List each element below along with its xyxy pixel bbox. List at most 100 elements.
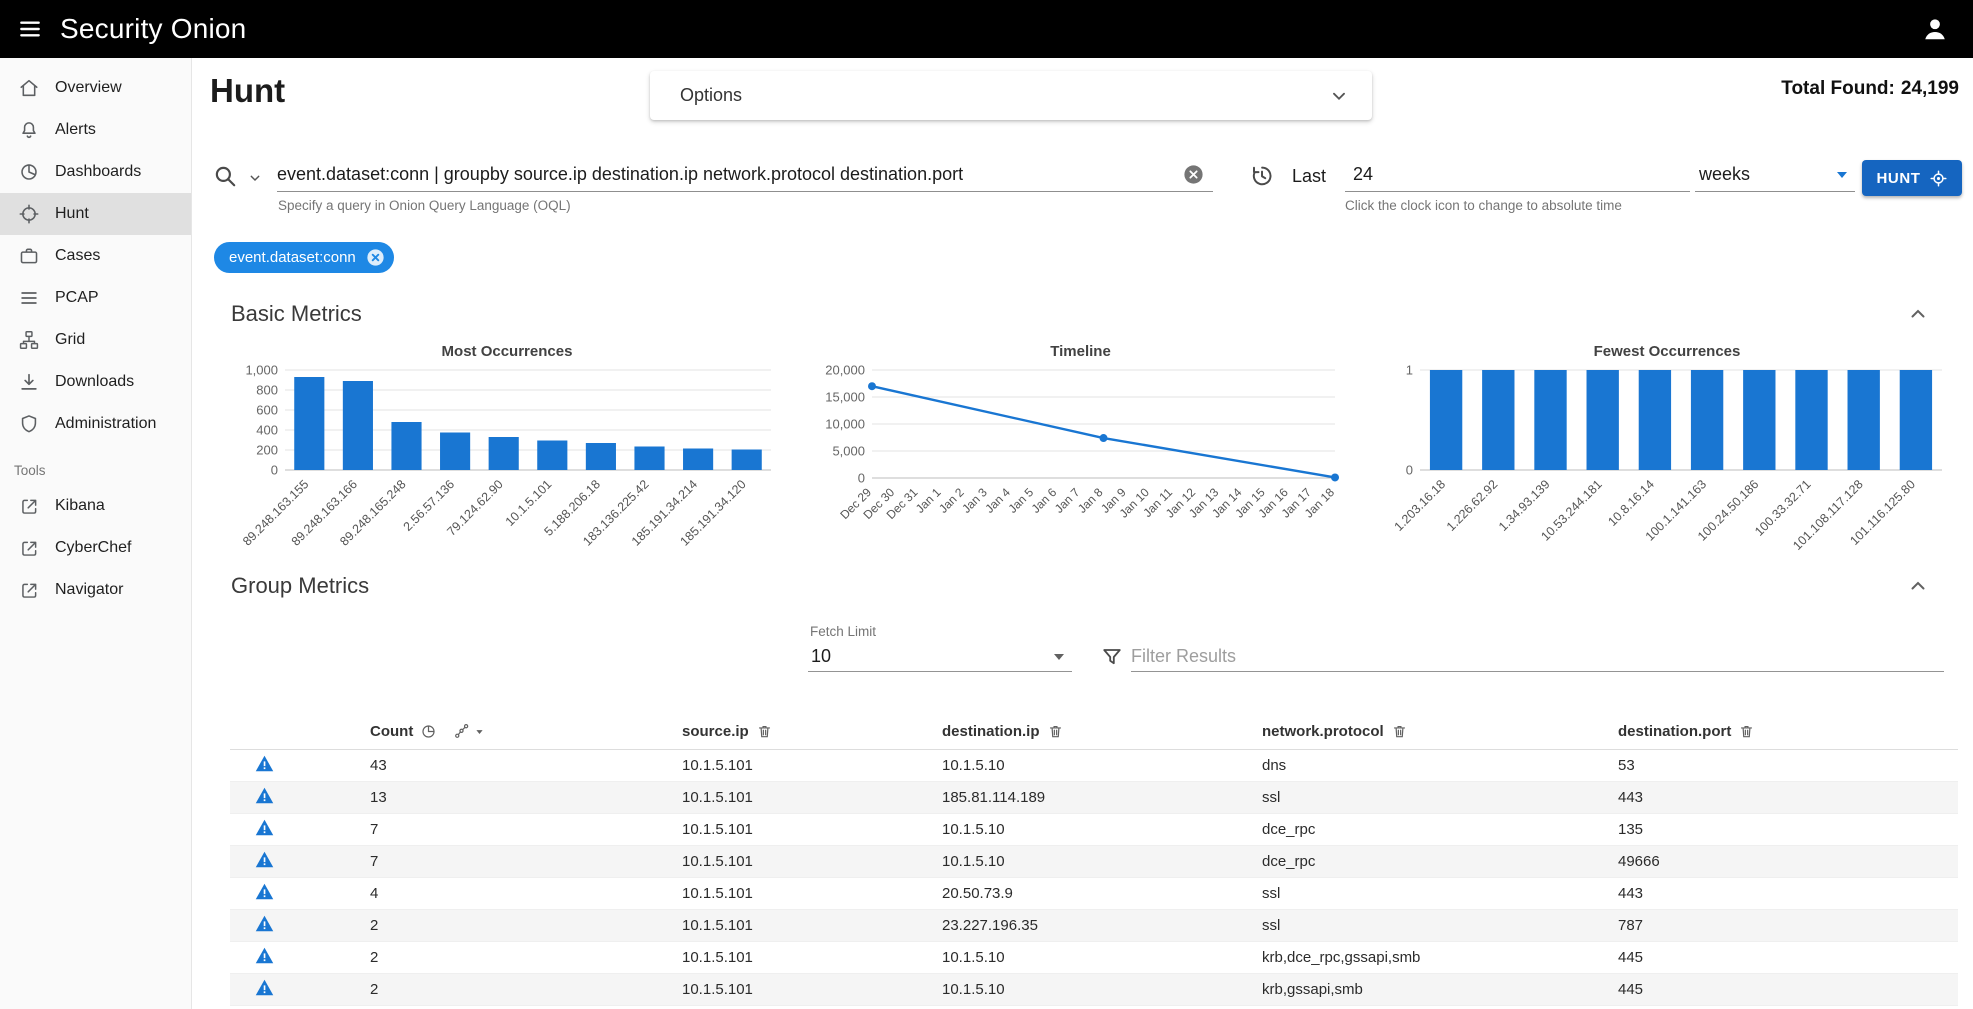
trash-icon[interactable]	[1738, 723, 1755, 740]
cell-destination-port: 445	[1578, 941, 1958, 973]
caret-down-icon[interactable]	[472, 724, 487, 739]
trash-icon[interactable]	[1047, 723, 1064, 740]
table-row[interactable]: 710.1.5.10110.1.5.10dce_rpc135	[230, 813, 1958, 845]
remove-filter-icon[interactable]	[365, 247, 386, 268]
duration-input[interactable]	[1345, 158, 1690, 191]
column-header-count[interactable]: Count	[370, 723, 413, 740]
bar[interactable]	[586, 443, 616, 470]
sidebar-item-dashboards[interactable]: Dashboards	[0, 151, 191, 193]
sidebar-item-pcap[interactable]: PCAP	[0, 277, 191, 319]
sidebar-item-kibana[interactable]: Kibana	[0, 485, 191, 527]
sidebar-item-grid[interactable]: Grid	[0, 319, 191, 361]
bar[interactable]	[1743, 370, 1775, 470]
warning-triangle-icon[interactable]	[254, 881, 275, 902]
data-point[interactable]	[868, 382, 876, 390]
sidebar-item-cyberchef[interactable]: CyberChef	[0, 527, 191, 569]
bar[interactable]	[440, 433, 470, 471]
history-clock-icon[interactable]	[1249, 163, 1274, 188]
bar[interactable]	[1639, 370, 1671, 470]
bar[interactable]	[294, 377, 324, 470]
group-by-icon[interactable]	[453, 723, 470, 740]
filter-chip[interactable]: event.dataset:conn	[214, 242, 394, 273]
cell-source-ip: 10.1.5.101	[642, 813, 902, 845]
bar[interactable]	[1534, 370, 1566, 470]
column-header-network-protocol[interactable]: network.protocol	[1262, 723, 1384, 740]
clear-query-icon[interactable]	[1182, 163, 1205, 186]
table-row[interactable]: 410.1.5.10120.50.73.9ssl443	[230, 877, 1958, 909]
bell-icon	[18, 119, 40, 141]
table-row[interactable]: 4310.1.5.10110.1.5.10dns53	[230, 749, 1958, 781]
shield-icon	[18, 413, 40, 435]
table-row[interactable]: 210.1.5.10110.1.5.10krb,dce_rpc,gssapi,s…	[230, 941, 1958, 973]
svg-text:Jan 2: Jan 2	[936, 485, 967, 516]
sidebar-item-label: PCAP	[55, 289, 99, 307]
cell-count: 13	[330, 781, 642, 813]
bar[interactable]	[1482, 370, 1514, 470]
svg-text:Jan 8: Jan 8	[1075, 485, 1106, 516]
bar[interactable]	[1430, 370, 1462, 470]
group-metrics-title: Group Metrics	[231, 573, 369, 599]
pie-chart-icon[interactable]	[420, 723, 437, 740]
warning-triangle-icon[interactable]	[254, 849, 275, 870]
query-input[interactable]	[277, 158, 1213, 191]
bar[interactable]	[1691, 370, 1723, 470]
options-dropdown[interactable]: Options	[650, 71, 1372, 120]
menu-icon[interactable]	[10, 9, 50, 49]
column-header-destination-port[interactable]: destination.port	[1618, 723, 1731, 740]
table-row[interactable]: 210.1.5.10123.227.196.35ssl787	[230, 909, 1958, 941]
column-header-destination-ip[interactable]: destination.ip	[942, 723, 1040, 740]
warning-triangle-icon[interactable]	[254, 753, 275, 774]
external-link-icon	[18, 579, 40, 601]
bar[interactable]	[683, 449, 713, 471]
svg-text:Jan 5: Jan 5	[1006, 485, 1037, 516]
crosshairs-icon	[18, 203, 40, 225]
bar[interactable]	[634, 447, 664, 471]
svg-text:10.1.5.101: 10.1.5.101	[503, 477, 555, 529]
filter-chip-label: event.dataset:conn	[229, 249, 356, 266]
svg-text:0: 0	[858, 471, 865, 486]
table-row[interactable]: 710.1.5.10110.1.5.10dce_rpc49666	[230, 845, 1958, 877]
collapse-group-metrics-icon[interactable]	[1906, 574, 1930, 598]
table-row[interactable]: 210.1.5.10110.1.5.10krb,gssapi,smb445	[230, 973, 1958, 1005]
bar[interactable]	[1900, 370, 1932, 470]
warning-triangle-icon[interactable]	[254, 913, 275, 934]
warning-triangle-icon[interactable]	[254, 785, 275, 806]
hunt-button[interactable]: HUNT	[1862, 160, 1962, 196]
sidebar-item-cases[interactable]: Cases	[0, 235, 191, 277]
bar[interactable]	[1587, 370, 1619, 470]
collapse-basic-metrics-icon[interactable]	[1906, 302, 1930, 326]
search-icon[interactable]	[212, 163, 238, 189]
table-row[interactable]: 1310.1.5.101185.81.114.189ssl443	[230, 781, 1958, 813]
sidebar-item-administration[interactable]: Administration	[0, 403, 191, 445]
cell-count: 4	[330, 877, 642, 909]
bar[interactable]	[391, 422, 421, 470]
trash-icon[interactable]	[756, 723, 773, 740]
data-point[interactable]	[1331, 473, 1339, 481]
sidebar-item-downloads[interactable]: Downloads	[0, 361, 191, 403]
cell-network-protocol: krb,dce_rpc,gssapi,smb	[1222, 941, 1578, 973]
user-account-icon[interactable]	[1917, 11, 1953, 47]
column-header-source-ip[interactable]: source.ip	[682, 723, 749, 740]
timeline-line[interactable]	[872, 386, 1335, 477]
data-point[interactable]	[1100, 434, 1108, 442]
query-dropdown-caret-icon[interactable]	[247, 170, 263, 186]
bar[interactable]	[343, 381, 373, 470]
sidebar-item-hunt[interactable]: Hunt	[0, 193, 191, 235]
duration-unit-select[interactable]: weeks	[1695, 158, 1855, 192]
bar[interactable]	[1848, 370, 1880, 470]
sidebar-item-alerts[interactable]: Alerts	[0, 109, 191, 151]
filter-results-input[interactable]	[1131, 642, 1944, 671]
warning-triangle-icon[interactable]	[254, 977, 275, 998]
download-icon	[18, 371, 40, 393]
bar[interactable]	[732, 450, 762, 471]
bar[interactable]	[489, 437, 519, 470]
warning-triangle-icon[interactable]	[254, 945, 275, 966]
bar[interactable]	[537, 441, 567, 471]
sidebar-item-navigator[interactable]: Navigator	[0, 569, 191, 611]
bar[interactable]	[1795, 370, 1827, 470]
sidebar-item-overview[interactable]: Overview	[0, 67, 191, 109]
cell-network-protocol: dns	[1222, 749, 1578, 781]
fetch-limit-select[interactable]: 10	[808, 642, 1072, 672]
trash-icon[interactable]	[1391, 723, 1408, 740]
warning-triangle-icon[interactable]	[254, 817, 275, 838]
